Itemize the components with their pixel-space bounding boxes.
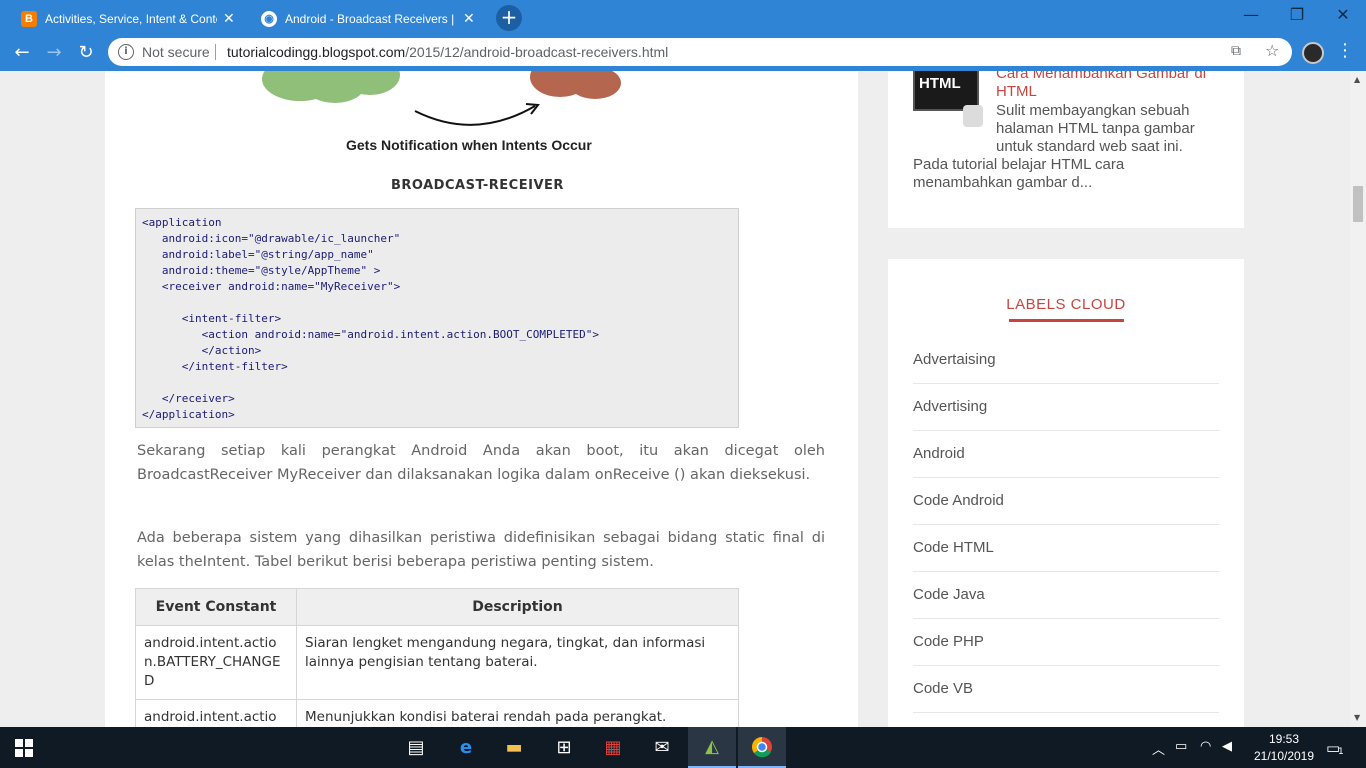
chrome-icon[interactable] [738, 727, 786, 768]
label-link[interactable]: Advertaising [913, 337, 1219, 384]
globe-icon: ◉ [261, 10, 277, 27]
label-link[interactable]: Code PHP [913, 619, 1219, 666]
windows-taskbar: ▤ e ▬ ⊞ ▦ ✉ ◭ ︿ ▭ ◠ ◀ 19:53 21/10/2019 ▭… [0, 727, 1366, 768]
code-line: <intent-filter> [142, 312, 282, 325]
thumbnail-figure [963, 105, 983, 127]
table-row: android.intent.action.BATTERY_CHANGED Si… [135, 625, 739, 700]
labels-cloud-title: LABELS CLOUD [1006, 296, 1126, 313]
task-view-icon[interactable]: ▤ [392, 727, 440, 768]
image-heading: BROADCAST-RECEIVER [391, 178, 564, 193]
translate-icon[interactable]: ⧉ [1231, 43, 1241, 59]
security-label[interactable]: Not secure [142, 44, 210, 60]
scrollbar-thumb[interactable] [1353, 186, 1363, 222]
file-explorer-icon[interactable]: ▬ [490, 727, 538, 768]
scroll-down-icon[interactable]: ▼ [1354, 713, 1360, 722]
code-line: </application> [142, 408, 235, 421]
reload-icon[interactable]: ↻ [72, 39, 100, 67]
menu-kebab-icon[interactable]: ⋮ [1336, 40, 1354, 61]
code-line: ​ [142, 295, 732, 311]
label-link[interactable]: Code Android [913, 478, 1219, 525]
url-host: tutorialcodingg.blogspot.com [227, 44, 406, 60]
description-cell: Menunjukkan kondisi baterai rendah pada … [296, 699, 739, 727]
label-link[interactable]: Code VB [913, 666, 1219, 713]
code-line: android:icon="@drawable/ic_launcher" [142, 232, 401, 245]
back-icon[interactable]: ← [8, 39, 36, 67]
label-link[interactable]: Android [913, 431, 1219, 478]
column-header: Description [296, 588, 739, 626]
tab-activities[interactable]: B Activities, Service, Intent & Conte ✕ [9, 3, 247, 34]
paragraph-system-events: Ada beberapa sistem yang dihasilkan peri… [137, 530, 825, 570]
label-link[interactable]: Code Java [913, 572, 1219, 619]
tab-title: Activities, Service, Intent & Conte [45, 11, 217, 26]
label-link[interactable]: Code HTML [913, 525, 1219, 572]
scroll-up-icon[interactable]: ▲ [1354, 75, 1360, 84]
tab-title: Android - Broadcast Receivers | T [285, 11, 457, 26]
bookmark-star-icon[interactable]: ☆ [1265, 41, 1279, 60]
page-scrollbar[interactable]: ▲ ▼ [1350, 71, 1366, 727]
info-icon[interactable]: i [118, 44, 134, 60]
url-path: /2015/12/android-broadcast-receivers.htm… [405, 44, 669, 60]
post-body: Gets Notification when Intents Occur BRO… [105, 71, 858, 727]
code-line: android:label="@string/app_name" [142, 248, 374, 261]
column-header: Event Constant [135, 588, 297, 626]
clock-date: 21/10/2019 [1253, 749, 1315, 763]
code-line: ​ [142, 375, 732, 391]
image-caption: Gets Notification when Intents Occur [346, 137, 592, 153]
gift-app-icon[interactable]: ▦ [589, 727, 637, 768]
web-page: Gets Notification when Intents Occur BRO… [0, 71, 1350, 727]
edge-icon[interactable]: e [442, 727, 490, 768]
post-thumbnail[interactable]: HTML [913, 71, 985, 129]
table-row: android.intent.actio Menunjukkan kondisi… [135, 699, 739, 727]
close-window-button[interactable]: ✕ [1320, 0, 1366, 30]
events-table: Event Constant Description android.inten… [135, 588, 739, 727]
clock-time: 19:53 [1268, 732, 1300, 746]
show-hidden-icons[interactable]: ︿ [1152, 739, 1165, 758]
code-line: </receiver> [142, 392, 235, 405]
recent-post-excerpt: Sulit membayangkan sebuah halaman HTML t… [996, 102, 1195, 155]
recent-post-widget: HTML Cara Menambahkan Gambar di HTML Sul… [888, 71, 1244, 228]
code-line: <receiver android:name="MyReceiver"> [142, 280, 401, 293]
label-list: Advertaising Advertising Android Code An… [913, 337, 1219, 713]
store-icon[interactable]: ⊞ [540, 727, 588, 768]
code-line: android:theme="@style/AppTheme" > [142, 264, 381, 277]
event-constant-cell: android.intent.action.BATTERY_CHANGED [135, 625, 297, 700]
wifi-icon[interactable]: ◠ [1200, 739, 1211, 754]
address-bar[interactable]: i Not secure tutorialcodingg.blogspot.co… [108, 38, 1292, 66]
notification-count: 1 [1338, 747, 1344, 757]
event-constant-cell: android.intent.actio [135, 699, 297, 727]
code-line: </intent-filter> [142, 360, 288, 373]
code-block: <application android:icon="@drawable/ic_… [135, 208, 739, 428]
android-studio-icon[interactable]: ◭ [688, 727, 736, 768]
description-cell: Siaran lengket mengandung negara, tingka… [296, 625, 739, 700]
code-line: <application [142, 216, 222, 229]
system-clock[interactable]: 19:53 21/10/2019 [1248, 731, 1320, 765]
recent-post-excerpt-more: Pada tutorial belajar HTML cara menambah… [913, 156, 1125, 191]
paragraph-boot: Sekarang setiap kali perangkat Android A… [137, 443, 825, 483]
tab-strip: B Activities, Service, Intent & Conte ✕ … [0, 0, 1366, 34]
forward-icon[interactable]: → [40, 39, 68, 67]
mail-icon[interactable]: ✉ [638, 727, 686, 768]
close-tab-icon[interactable]: ✕ [463, 10, 475, 27]
code-line: <action android:name="android.intent.act… [142, 328, 599, 341]
tab-broadcast-receivers[interactable]: ◉ Android - Broadcast Receivers | T ✕ [249, 3, 489, 34]
label-link[interactable]: Advertising [913, 384, 1219, 431]
title-underline [1009, 319, 1124, 322]
table-header-row: Event Constant Description [135, 588, 739, 626]
omnibox-divider [215, 44, 216, 60]
close-tab-icon[interactable]: ✕ [223, 10, 235, 27]
blogger-icon: B [21, 10, 37, 27]
battery-icon[interactable]: ▭ [1175, 739, 1187, 754]
recent-post-title-link[interactable]: Cara Menambahkan Gambar di HTML [996, 71, 1226, 101]
url-text[interactable]: tutorialcodingg.blogspot.com/2015/12/and… [227, 44, 668, 60]
browser-toolbar: ← → ↻ i Not secure tutorialcodingg.blogs… [0, 34, 1366, 71]
new-tab-button[interactable]: + [496, 5, 522, 31]
minimize-button[interactable]: — [1228, 0, 1274, 30]
code-line: </action> [142, 344, 262, 357]
labels-cloud-widget: LABELS CLOUD Advertaising Advertising An… [888, 259, 1244, 727]
windows-start-icon[interactable] [0, 727, 48, 768]
maximize-button[interactable]: ❐ [1274, 0, 1320, 30]
volume-icon[interactable]: ◀ [1222, 739, 1232, 754]
profile-avatar[interactable] [1302, 42, 1324, 64]
